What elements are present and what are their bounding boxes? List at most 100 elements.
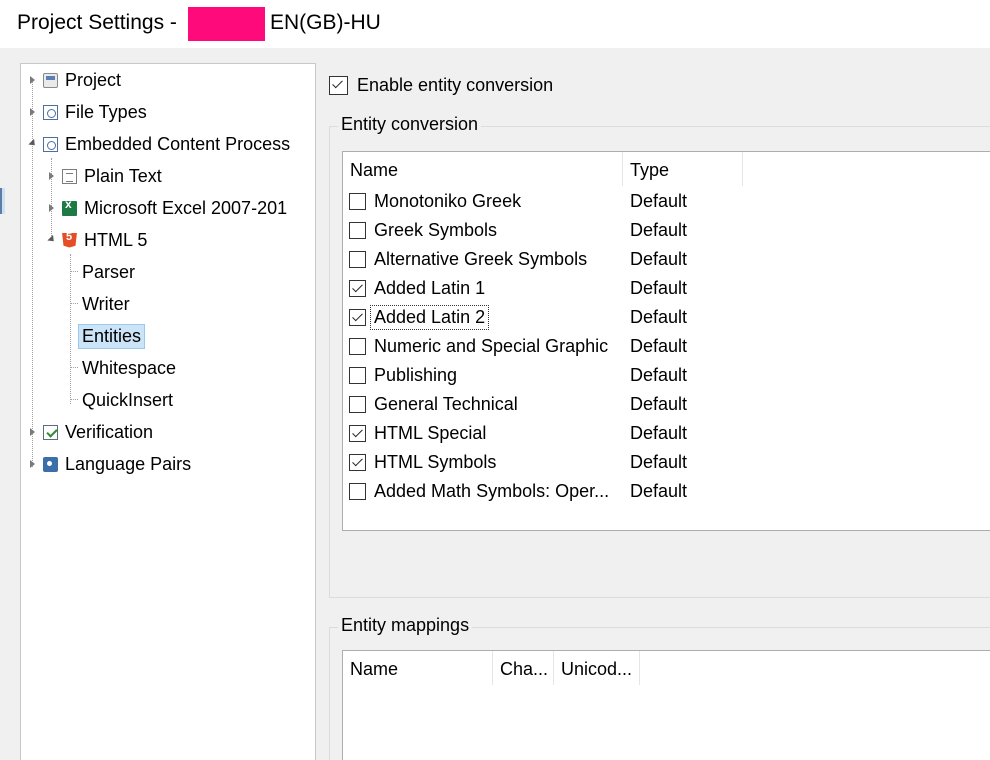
tree-guide [70,254,71,404]
entity-name: Greek Symbols [374,220,498,240]
tree-item-entities[interactable]: Entities [78,321,146,351]
tree-item-plain-text[interactable]: Plain Text [47,161,162,191]
tree-item-label: File Types [65,101,147,122]
expand-arrow-icon[interactable] [28,459,38,469]
tree-item-html5[interactable]: HTML 5 [47,225,147,255]
language-pairs-icon [43,456,58,472]
tree-item-label: Parser [82,261,136,282]
entity-type: Default [630,220,688,240]
excel-icon [62,197,77,216]
entity-mappings-group-title: Entity mappings [338,615,473,636]
expand-arrow-icon[interactable] [28,427,38,437]
tree-item-embedded-content[interactable]: Embedded Content Process [28,129,290,159]
entity-name: Publishing [374,365,458,385]
table-row[interactable]: Added Latin 1 Default [343,274,990,303]
verification-icon [43,424,58,440]
file-types-icon [43,104,58,120]
tree-item-label: Plain Text [84,165,162,186]
row-checkbox[interactable] [349,425,366,442]
table-row[interactable]: HTML Special Default [343,419,990,448]
entity-type: Default [630,394,688,414]
entity-name: Added Latin 2 [369,305,490,330]
row-checkbox[interactable] [349,396,366,413]
tree-item-verification[interactable]: Verification [28,417,153,447]
tree-item-label: Language Pairs [65,453,192,474]
row-checkbox[interactable] [349,483,366,500]
column-header-unicode[interactable]: Unicod... [554,651,640,685]
enable-entity-conversion-row[interactable]: Enable entity conversion [329,75,553,96]
enable-entity-conversion-checkbox[interactable] [329,76,348,95]
tree-item-file-types[interactable]: File Types [28,97,147,127]
table-row[interactable]: Added Latin 2 Default [343,303,990,332]
expand-arrow-icon[interactable] [47,203,57,213]
entity-type: Default [630,423,688,443]
tree-item-whitespace[interactable]: Whitespace [82,353,176,383]
entity-type: Default [630,365,688,385]
entity-type: Default [630,249,688,269]
html5-icon [62,232,77,248]
tree-item-excel[interactable]: Microsoft Excel 2007-201 [47,193,287,223]
expand-arrow-icon[interactable] [47,171,57,181]
plain-text-icon [62,168,77,184]
tree-item-project[interactable]: Project [28,65,121,95]
entity-type: Default [630,307,688,327]
row-checkbox[interactable] [349,367,366,384]
entity-name: HTML Symbols [374,452,497,472]
table-row[interactable]: Monotoniko Greek Default [343,187,990,216]
entity-name: Alternative Greek Symbols [374,249,588,269]
collapse-arrow-icon[interactable] [47,235,57,245]
row-checkbox[interactable] [349,280,366,297]
table-row[interactable]: Added Math Symbols: Oper... Default [343,477,990,506]
tree-item-label-selected: Entities [78,323,146,349]
table-row[interactable]: HTML Symbols Default [343,448,990,477]
tree-guide [70,399,78,400]
tree-guide [70,367,78,368]
table-row[interactable]: General Technical Default [343,390,990,419]
entity-conversion-group: Entity conversion Name Type Monotoniko G… [329,114,990,598]
table-row[interactable]: Publishing Default [343,361,990,390]
entity-type: Default [630,452,688,472]
entity-name: Added Math Symbols: Oper... [374,481,610,501]
entity-type: Default [630,336,688,356]
entity-name: Monotoniko Greek [374,191,522,211]
tree-item-label: Whitespace [82,357,177,378]
tree-item-label: Writer [82,293,130,314]
window-title: Project Settings - [17,11,177,34]
entity-mappings-table[interactable]: Name Cha... Unicod... [342,650,990,760]
tree-item-quickinsert[interactable]: QuickInsert [82,385,173,415]
column-header-name[interactable]: Name [343,152,623,186]
collapse-arrow-icon[interactable] [28,139,38,149]
entity-conversion-group-title: Entity conversion [338,114,482,135]
entities-settings-panel: Enable entity conversion Entity conversi… [329,63,990,760]
tree-item-label: QuickInsert [82,389,174,410]
tree-item-parser[interactable]: Parser [82,257,135,287]
entity-conversion-table[interactable]: Name Type Monotoniko Greek Default Greek… [342,151,990,531]
column-header-character[interactable]: Cha... [493,651,554,685]
tree-item-label: HTML 5 [84,229,148,250]
table-row[interactable]: Numeric and Special Graphic Default [343,332,990,361]
table-row[interactable]: Alternative Greek Symbols Default [343,245,990,274]
settings-tree: Project File Types Embedded Content Proc… [20,63,316,760]
window-title-language-pair: EN(GB)-HU [270,11,381,34]
column-header-name[interactable]: Name [343,651,493,685]
tree-item-language-pairs[interactable]: Language Pairs [28,449,191,479]
table-row[interactable]: Greek Symbols Default [343,216,990,245]
title-bar: Project Settings - EN(GB)-HU [0,0,990,48]
entity-type: Default [630,191,688,211]
entity-name: Numeric and Special Graphic [374,336,609,356]
row-checkbox[interactable] [349,454,366,471]
expand-arrow-icon[interactable] [28,75,38,85]
column-header-type[interactable]: Type [623,152,743,186]
table-header: Name Type [343,152,990,186]
row-checkbox[interactable] [349,193,366,210]
tree-item-writer[interactable]: Writer [82,289,130,319]
enable-entity-conversion-label[interactable]: Enable entity conversion [357,75,553,96]
row-checkbox[interactable] [349,309,366,326]
row-checkbox[interactable] [349,251,366,268]
expand-arrow-icon[interactable] [28,107,38,117]
row-checkbox[interactable] [349,222,366,239]
entity-type: Default [630,481,688,501]
row-checkbox[interactable] [349,338,366,355]
entity-name: Added Latin 1 [374,278,486,298]
tree-item-label: Embedded Content Process [65,133,291,154]
